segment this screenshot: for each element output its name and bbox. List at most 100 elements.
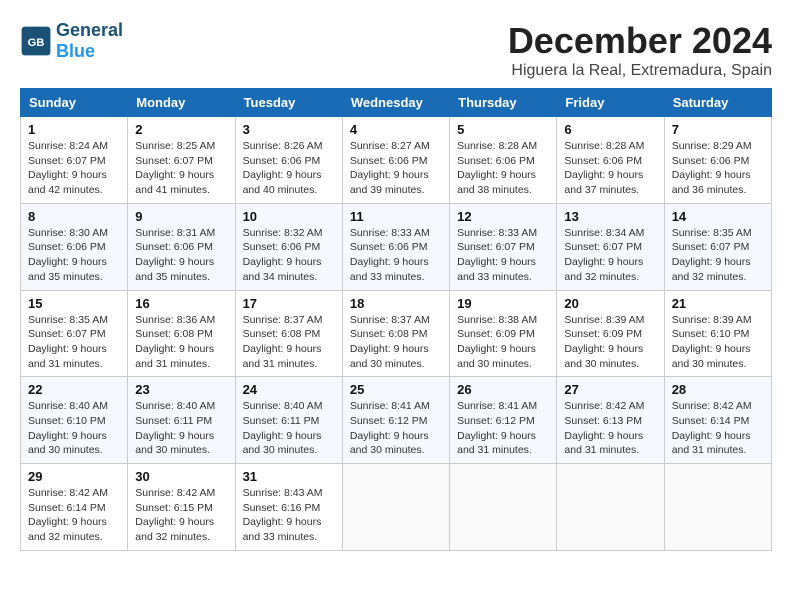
day-number: 12: [457, 209, 549, 224]
day-number: 28: [672, 382, 764, 397]
day-number: 15: [28, 296, 120, 311]
day-info: Sunrise: 8:43 AMSunset: 6:16 PMDaylight:…: [243, 486, 335, 545]
day-info: Sunrise: 8:35 AMSunset: 6:07 PMDaylight:…: [672, 226, 764, 285]
sunset: Sunset: 6:07 PM: [457, 241, 535, 253]
sunset: Sunset: 6:11 PM: [135, 415, 212, 427]
day-number: 3: [243, 122, 335, 137]
day-number: 4: [350, 122, 442, 137]
day-info: Sunrise: 8:36 AMSunset: 6:08 PMDaylight:…: [135, 313, 227, 372]
sunrise: Sunrise: 8:37 AM: [243, 314, 323, 326]
day-number: 24: [243, 382, 335, 397]
day-number: 17: [243, 296, 335, 311]
day-info: Sunrise: 8:41 AMSunset: 6:12 PMDaylight:…: [350, 399, 442, 458]
day-number: 22: [28, 382, 120, 397]
daylight: Daylight: 9 hours and 35 minutes.: [28, 256, 107, 283]
week-row-3: 15 Sunrise: 8:35 AMSunset: 6:07 PMDayligh…: [21, 290, 772, 377]
calendar-cell: 1 Sunrise: 8:24 AMSunset: 6:07 PMDaylight…: [21, 117, 128, 204]
day-number: 7: [672, 122, 764, 137]
daylight: Daylight: 9 hours and 31 minutes.: [672, 430, 751, 457]
day-number: 5: [457, 122, 549, 137]
sunset: Sunset: 6:06 PM: [564, 155, 642, 167]
daylight: Daylight: 9 hours and 31 minutes.: [243, 343, 322, 370]
day-info: Sunrise: 8:40 AMSunset: 6:10 PMDaylight:…: [28, 399, 120, 458]
calendar-cell: 14Sunrise: 8:35 AMSunset: 6:07 PMDayligh…: [664, 203, 771, 290]
daylight: Daylight: 9 hours and 30 minutes.: [564, 343, 643, 370]
daylight: Daylight: 9 hours and 31 minutes.: [135, 343, 214, 370]
logo-general-text: General: [56, 20, 123, 40]
day-info: Sunrise: 8:35 AMSunset: 6:07 PMDaylight:…: [28, 313, 120, 372]
day-info: Sunrise: 8:37 AMSunset: 6:08 PMDaylight:…: [350, 313, 442, 372]
daylight: Daylight: 9 hours and 40 minutes.: [243, 169, 322, 196]
sunrise: Sunrise: 8:38 AM: [457, 314, 537, 326]
sunrise: Sunrise: 8:27 AM: [350, 140, 430, 152]
sunset: Sunset: 6:12 PM: [457, 415, 535, 427]
sunrise: Sunrise: 8:28 AM: [564, 140, 644, 152]
day-number: 16: [135, 296, 227, 311]
sunset: Sunset: 6:08 PM: [135, 328, 213, 340]
day-number: 1: [28, 122, 120, 137]
col-header-monday: Monday: [128, 89, 235, 117]
day-info: Sunrise: 8:24 AMSunset: 6:07 PMDaylight:…: [28, 139, 120, 198]
col-header-tuesday: Tuesday: [235, 89, 342, 117]
sunrise: Sunrise: 8:25 AM: [135, 140, 215, 152]
daylight: Daylight: 9 hours and 30 minutes.: [457, 343, 536, 370]
day-info: Sunrise: 8:39 AMSunset: 6:09 PMDaylight:…: [564, 313, 656, 372]
week-row-5: 29 Sunrise: 8:42 AMSunset: 6:14 PMDayligh…: [21, 464, 772, 551]
day-number: 10: [243, 209, 335, 224]
daylight: Daylight: 9 hours and 41 minutes.: [135, 169, 214, 196]
calendar-cell: 20Sunrise: 8:39 AMSunset: 6:09 PMDayligh…: [557, 290, 664, 377]
calendar-cell: 25 Sunrise: 8:41 AMSunset: 6:12 PMDayligh…: [342, 377, 449, 464]
sunset: Sunset: 6:06 PM: [28, 241, 106, 253]
day-number: 27: [564, 382, 656, 397]
day-number: 19: [457, 296, 549, 311]
day-number: 2: [135, 122, 227, 137]
sunset: Sunset: 6:11 PM: [243, 415, 320, 427]
sunset: Sunset: 6:06 PM: [672, 155, 750, 167]
daylight: Daylight: 9 hours and 35 minutes.: [135, 256, 214, 283]
sunrise: Sunrise: 8:41 AM: [350, 400, 430, 412]
week-row-1: 1 Sunrise: 8:24 AMSunset: 6:07 PMDaylight…: [21, 117, 772, 204]
calendar-cell: 27 Sunrise: 8:42 AMSunset: 6:13 PMDayligh…: [557, 377, 664, 464]
sunrise: Sunrise: 8:35 AM: [28, 314, 108, 326]
day-number: 25: [350, 382, 442, 397]
sunrise: Sunrise: 8:37 AM: [350, 314, 430, 326]
day-info: Sunrise: 8:28 AMSunset: 6:06 PMDaylight:…: [457, 139, 549, 198]
day-info: Sunrise: 8:42 AMSunset: 6:15 PMDaylight:…: [135, 486, 227, 545]
sunrise: Sunrise: 8:42 AM: [672, 400, 752, 412]
day-info: Sunrise: 8:39 AMSunset: 6:10 PMDaylight:…: [672, 313, 764, 372]
col-header-saturday: Saturday: [664, 89, 771, 117]
calendar-cell: 28Sunrise: 8:42 AMSunset: 6:14 PMDayligh…: [664, 377, 771, 464]
calendar-cell: 31Sunrise: 8:43 AMSunset: 6:16 PMDayligh…: [235, 464, 342, 551]
sunrise: Sunrise: 8:43 AM: [243, 487, 323, 499]
sunrise: Sunrise: 8:42 AM: [564, 400, 644, 412]
day-info: Sunrise: 8:42 AMSunset: 6:14 PMDaylight:…: [28, 486, 120, 545]
day-number: 30: [135, 469, 227, 484]
sunset: Sunset: 6:06 PM: [350, 241, 428, 253]
calendar-cell: 11Sunrise: 8:33 AMSunset: 6:06 PMDayligh…: [342, 203, 449, 290]
day-info: Sunrise: 8:26 AMSunset: 6:06 PMDaylight:…: [243, 139, 335, 198]
day-number: 13: [564, 209, 656, 224]
day-info: Sunrise: 8:31 AMSunset: 6:06 PMDaylight:…: [135, 226, 227, 285]
sunset: Sunset: 6:09 PM: [457, 328, 535, 340]
sunset: Sunset: 6:06 PM: [243, 241, 321, 253]
day-info: Sunrise: 8:33 AMSunset: 6:07 PMDaylight:…: [457, 226, 549, 285]
col-header-wednesday: Wednesday: [342, 89, 449, 117]
day-number: 21: [672, 296, 764, 311]
daylight: Daylight: 9 hours and 30 minutes.: [28, 430, 107, 457]
day-number: 29: [28, 469, 120, 484]
location-title: Higuera la Real, Extremadura, Spain: [508, 62, 772, 80]
calendar-cell: 5 Sunrise: 8:28 AMSunset: 6:06 PMDaylight…: [450, 117, 557, 204]
sunrise: Sunrise: 8:34 AM: [564, 227, 644, 239]
calendar-cell: 26Sunrise: 8:41 AMSunset: 6:12 PMDayligh…: [450, 377, 557, 464]
svg-text:GB: GB: [28, 37, 45, 49]
day-number: 9: [135, 209, 227, 224]
sunrise: Sunrise: 8:30 AM: [28, 227, 108, 239]
logo: GB General Blue: [20, 20, 123, 62]
day-info: Sunrise: 8:42 AMSunset: 6:13 PMDaylight:…: [564, 399, 656, 458]
logo-blue-text: Blue: [56, 41, 95, 61]
calendar-cell: 13Sunrise: 8:34 AMSunset: 6:07 PMDayligh…: [557, 203, 664, 290]
sunset: Sunset: 6:16 PM: [243, 502, 321, 514]
sunset: Sunset: 6:07 PM: [672, 241, 750, 253]
calendar-cell: [664, 464, 771, 551]
daylight: Daylight: 9 hours and 42 minutes.: [28, 169, 107, 196]
